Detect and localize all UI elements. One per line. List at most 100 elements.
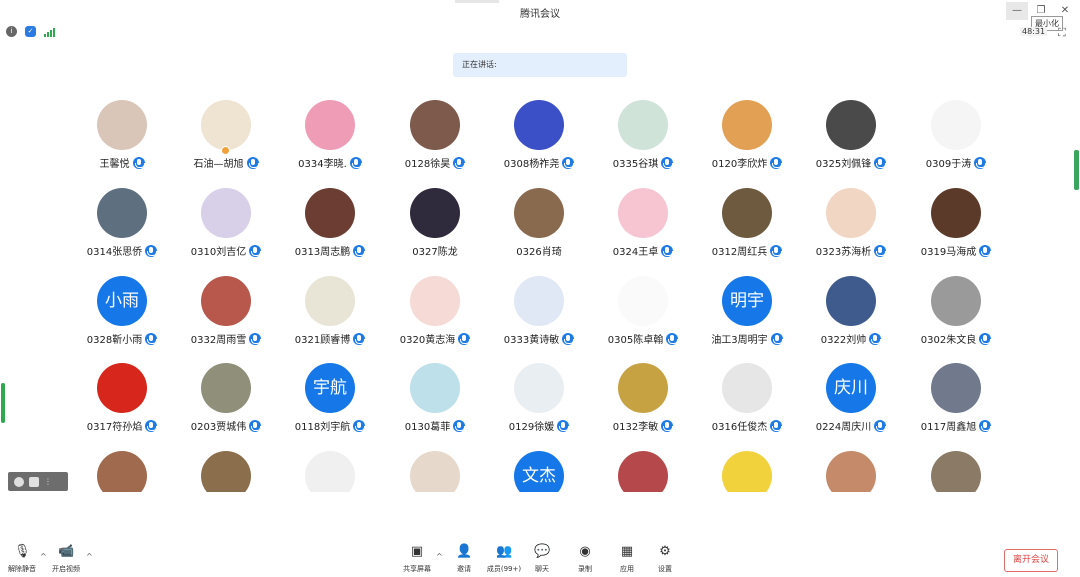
participant-tile[interactable]: 0130葛菲 <box>383 359 487 445</box>
participant-tile[interactable]: 王馨悦 <box>70 96 174 182</box>
participant-tile[interactable]: 明宇 油工3周明宇 <box>695 272 799 358</box>
participant-tile[interactable]: 文杰 <box>487 447 591 492</box>
mic-icon <box>562 332 575 345</box>
avatar <box>201 100 251 150</box>
chat-button[interactable]: 💬 聊天 <box>520 544 564 574</box>
participant-name-row: 0317符孙焰 <box>70 418 174 433</box>
start-video-button[interactable]: 📹 开启视频 <box>44 544 88 574</box>
participant-name: 0224周庆川 <box>815 422 872 433</box>
participant-name: 0324王卓 <box>612 247 659 258</box>
signal-icon[interactable] <box>44 27 56 37</box>
participant-name-row: 0305陈卓翰 <box>591 331 695 346</box>
participant-tile[interactable] <box>70 447 174 492</box>
participant-tile[interactable]: 0335谷琪 <box>591 96 695 182</box>
participant-tile[interactable]: 0128徐昊 <box>383 96 487 182</box>
avatar <box>305 276 355 326</box>
info-icon[interactable]: i <box>6 26 17 37</box>
participant-tile[interactable]: 0310刘吉亿 <box>174 184 278 270</box>
participant-tile[interactable] <box>695 447 799 492</box>
participant-tile[interactable] <box>591 447 695 492</box>
participant-tile[interactable]: 0319马海成 <box>904 184 1008 270</box>
participant-name: 0317符孙焰 <box>86 422 143 433</box>
avatar <box>931 451 981 492</box>
participant-tile[interactable]: 宇航 0118刘宇航 <box>278 359 382 445</box>
participant-tile[interactable] <box>799 447 903 492</box>
participant-tile[interactable]: 0322刘帅 <box>799 272 903 358</box>
participant-tile[interactable]: 0332周雨雪 <box>174 272 278 358</box>
mic-icon <box>249 244 262 257</box>
invite-button[interactable]: 👤 邀请 <box>442 544 486 574</box>
participant-tile[interactable]: 0305陈卓翰 <box>591 272 695 358</box>
minimize-icon[interactable]: — <box>1006 2 1028 20</box>
participant-name: 石油—胡旭 <box>193 159 244 170</box>
participant-name-row: 0118刘宇航 <box>278 418 382 433</box>
record-button[interactable]: ◉ 录制 <box>563 544 607 574</box>
avatar: 小雨 <box>97 276 147 326</box>
participant-tile[interactable]: 0316任俊杰 <box>695 359 799 445</box>
participant-tile[interactable]: 0325刘佩锋 <box>799 96 903 182</box>
participant-tile[interactable]: 0326肖琦 <box>487 184 591 270</box>
participant-name: 0129徐媛 <box>508 422 555 433</box>
mic-icon <box>557 419 570 432</box>
participant-tile[interactable]: 0334李晓. <box>278 96 382 182</box>
participant-name-row: 0320黄志海 <box>383 331 487 346</box>
participant-name-row: 0130葛菲 <box>383 418 487 433</box>
video-mini-icon[interactable] <box>29 476 39 487</box>
share-screen-button[interactable]: ▣ 共享屏幕 <box>395 544 439 574</box>
avatar: 庆川 <box>826 363 876 413</box>
participant-tile[interactable]: 0132李敏 <box>591 359 695 445</box>
leave-meeting-button[interactable]: 离开会议 <box>1004 549 1058 572</box>
participant-tile[interactable]: 0324王卓 <box>591 184 695 270</box>
mic-icon <box>246 156 259 169</box>
participant-name-row: 0334李晓. <box>278 155 382 170</box>
participant-tile[interactable] <box>383 447 487 492</box>
participant-name: 0319马海成 <box>920 247 977 258</box>
participant-tile[interactable]: 0323苏海析 <box>799 184 903 270</box>
participant-name-row: 0322刘帅 <box>799 331 903 346</box>
participant-name: 0316任俊杰 <box>711 422 768 433</box>
shield-icon[interactable]: ✓ <box>25 26 36 37</box>
participant-name-row: 0314张思侨 <box>70 243 174 258</box>
participant-name-row: 0332周雨雪 <box>174 331 278 346</box>
participant-tile[interactable]: 0129徐媛 <box>487 359 591 445</box>
participant-tile[interactable] <box>904 447 1008 492</box>
unmute-button[interactable]: 🎙 解除静音 <box>0 544 44 574</box>
participant-name-row: 0333黄诗敏 <box>487 331 591 346</box>
participant-tile[interactable]: 0313周志鹏 <box>278 184 382 270</box>
mic-mini-icon[interactable] <box>14 476 24 487</box>
expand-icon[interactable]: ⛶ <box>1058 26 1066 40</box>
participant-tile[interactable]: 庆川 0224周庆川 <box>799 359 903 445</box>
participant-tile[interactable]: 0302朱文良 <box>904 272 1008 358</box>
mic-icon <box>874 419 887 432</box>
participant-tile[interactable]: 0120李欣炸 <box>695 96 799 182</box>
participant-name: 0302朱文良 <box>920 335 977 346</box>
floating-toolbar[interactable]: ⋮ <box>8 472 68 491</box>
participant-name: 0132李敏 <box>612 422 659 433</box>
mic-icon <box>453 156 466 169</box>
participant-name: 0322刘帅 <box>820 335 867 346</box>
participant-tile[interactable]: 小雨 0328靳小雨 <box>70 272 174 358</box>
participant-tile[interactable]: 0333黄诗敏 <box>487 272 591 358</box>
participant-tile[interactable]: 0308杨祚尧 <box>487 96 591 182</box>
participant-tile[interactable]: 0317符孙焰 <box>70 359 174 445</box>
participant-tile[interactable] <box>174 447 278 492</box>
gallery-scrollbar[interactable] <box>1074 150 1079 190</box>
participant-tile[interactable] <box>278 447 382 492</box>
participant-tile[interactable]: 0327陈龙 <box>383 184 487 270</box>
avatar <box>97 363 147 413</box>
participant-tile[interactable]: 石油—胡旭 <box>174 96 278 182</box>
participant-name-row: 0326肖琦 <box>487 243 591 258</box>
video-options-chevron-icon[interactable]: ^ <box>86 552 93 561</box>
settings-button[interactable]: ⚙ 设置 <box>643 544 687 574</box>
participant-tile[interactable]: 0312周红兵 <box>695 184 799 270</box>
participant-name-row: 油工3周明宇 <box>695 331 799 346</box>
participant-tile[interactable]: 0203贾城伟 <box>174 359 278 445</box>
participant-tile[interactable]: 0309于涛 <box>904 96 1008 182</box>
participant-name: 0320黄志海 <box>399 335 456 346</box>
participant-tile[interactable]: 0321顾睿博 <box>278 272 382 358</box>
more-icon[interactable]: ⋮ <box>44 477 52 486</box>
participant-tile[interactable]: 0320黄志海 <box>383 272 487 358</box>
participant-tile[interactable]: 0314张思侨 <box>70 184 174 270</box>
participant-tile[interactable]: 0117周鑫旭 <box>904 359 1008 445</box>
record-icon: ◉ <box>579 544 591 559</box>
